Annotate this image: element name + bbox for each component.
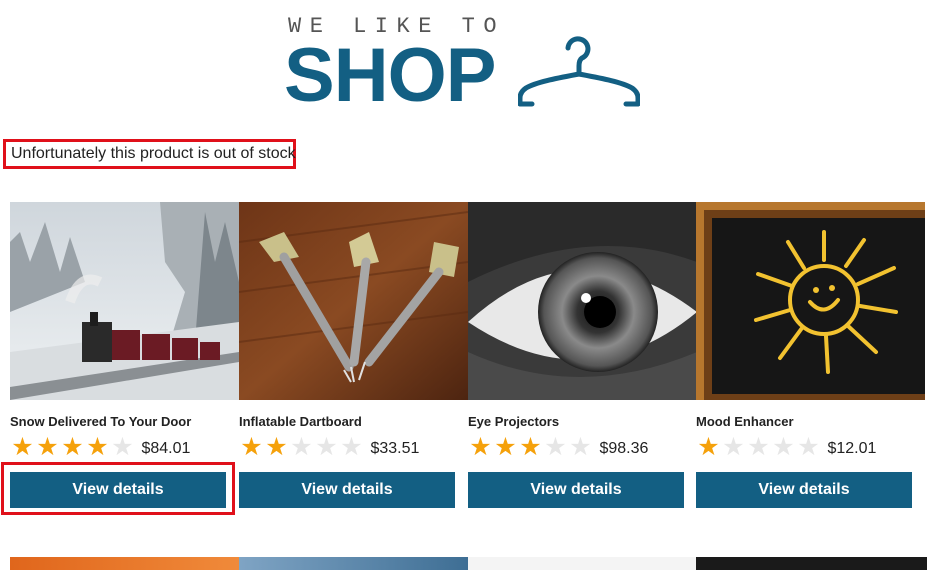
star-icon: ★: [290, 433, 313, 461]
product-image-darts[interactable]: [239, 202, 468, 400]
product-card: Inflatable Dartboard ★ ★ ★ ★ ★ $33.51 View d…: [239, 202, 468, 508]
star-icon: ★: [340, 433, 363, 461]
star-icon: ★: [747, 433, 770, 461]
star-icon: ★: [494, 433, 517, 461]
product-image-sun-chalkboard[interactable]: [696, 202, 925, 400]
product-image-next-row[interactable]: [696, 557, 927, 570]
product-image-next-row[interactable]: [239, 557, 468, 570]
product-rating: ★ ★ ★ ★ ★ $98.36: [468, 434, 648, 460]
product-price: $33.51: [370, 440, 420, 457]
product-rating: ★ ★ ★ ★ ★ $84.01: [10, 434, 190, 460]
star-icon: ★: [265, 433, 288, 461]
product-image-next-row[interactable]: [10, 557, 239, 570]
logo-wordmark: SHOP: [284, 33, 496, 118]
out-of-stock-notice: Unfortunately this product is out of sto…: [3, 139, 296, 169]
star-icon: ★: [722, 433, 745, 461]
view-details-button[interactable]: View details: [10, 472, 226, 508]
product-image-snow-train[interactable]: [10, 202, 239, 400]
product-name[interactable]: Eye Projectors: [468, 414, 559, 429]
product-rating: ★ ★ ★ ★ ★ $12.01: [696, 434, 876, 460]
product-rating: ★ ★ ★ ★ ★ $33.51: [239, 434, 419, 460]
product-price: $98.36: [599, 440, 649, 457]
star-icon: ★: [240, 433, 263, 461]
star-icon: ★: [544, 433, 567, 461]
product-name[interactable]: Snow Delivered To Your Door: [10, 414, 191, 429]
star-icon: ★: [315, 433, 338, 461]
view-details-button[interactable]: View details: [468, 472, 684, 508]
site-logo[interactable]: WE LIKE TO SHOP: [0, 0, 927, 125]
star-icon: ★: [697, 433, 720, 461]
star-icon: ★: [569, 433, 592, 461]
product-image-eye[interactable]: [468, 202, 697, 400]
view-details-button[interactable]: View details: [239, 472, 455, 508]
star-icon: ★: [772, 433, 795, 461]
product-card: Eye Projectors ★ ★ ★ ★ ★ $98.36 View details: [468, 202, 697, 508]
star-icon: ★: [61, 433, 84, 461]
star-icon: ★: [469, 433, 492, 461]
view-details-button[interactable]: View details: [696, 472, 912, 508]
product-name[interactable]: Mood Enhancer: [696, 414, 794, 429]
star-icon: ★: [36, 433, 59, 461]
product-price: $84.01: [141, 440, 191, 457]
product-name[interactable]: Inflatable Dartboard: [239, 414, 362, 429]
star-icon: ★: [86, 433, 109, 461]
star-icon: ★: [519, 433, 542, 461]
product-card: Mood Enhancer ★ ★ ★ ★ ★ $12.01 View details: [696, 202, 925, 508]
product-card: Snow Delivered To Your Door ★ ★ ★ ★ ★ $84.01…: [10, 202, 239, 508]
product-image-next-row[interactable]: [468, 557, 697, 570]
product-price: $12.01: [827, 440, 877, 457]
star-icon: ★: [797, 433, 820, 461]
star-icon: ★: [111, 433, 134, 461]
hanger-icon: [518, 36, 640, 107]
star-icon: ★: [11, 433, 34, 461]
